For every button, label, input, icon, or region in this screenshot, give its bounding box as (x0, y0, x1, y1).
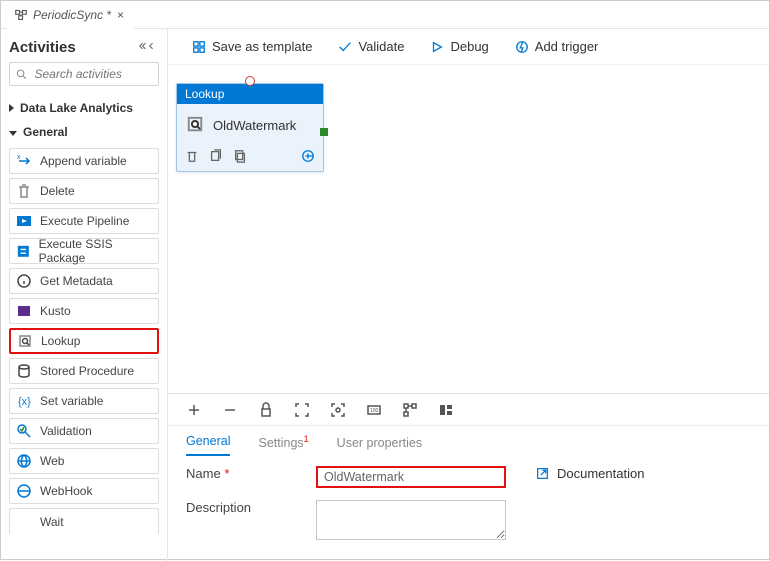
webhook-icon (16, 483, 32, 499)
pipeline-tab[interactable]: PeriodicSync * × (7, 1, 134, 29)
ssis-icon (16, 243, 31, 259)
node-actions (177, 143, 323, 171)
lookup-icon (17, 333, 33, 349)
web-icon (16, 453, 32, 469)
activity-get-metadata[interactable]: Get Metadata (9, 268, 159, 294)
activity-validation[interactable]: Validation (9, 418, 159, 444)
zoom-100-icon[interactable]: 100 (366, 402, 382, 418)
activity-lookup[interactable]: Lookup (9, 328, 159, 354)
activity-kusto[interactable]: Kusto (9, 298, 159, 324)
caret-down-icon (9, 131, 17, 136)
validation-icon (16, 423, 32, 439)
node-name: OldWatermark (213, 118, 296, 133)
activity-webhook[interactable]: WebHook (9, 478, 159, 504)
append-variable-icon: x (16, 153, 32, 169)
set-variable-icon: {x} (16, 393, 32, 409)
activities-heading: Activities (9, 39, 159, 56)
error-indicator: 1 (304, 434, 309, 444)
svg-text:100: 100 (370, 408, 379, 414)
node-type-label: Lookup (177, 84, 323, 104)
activity-stored-procedure[interactable]: Stored Procedure (9, 358, 159, 384)
copy-icon[interactable] (233, 149, 247, 163)
activities-panel: Activities Data Lake Analytics General x… (1, 29, 168, 561)
svg-text:x: x (17, 154, 21, 161)
kusto-icon (16, 303, 32, 319)
validate-button[interactable]: Validate (338, 39, 404, 54)
lookup-node[interactable]: Lookup OldWatermark (176, 83, 324, 172)
caret-right-icon (9, 104, 14, 112)
execute-pipeline-icon (16, 213, 32, 229)
activity-delete[interactable]: Delete (9, 178, 159, 204)
save-template-button[interactable]: Save as template (192, 39, 312, 54)
group-data-lake[interactable]: Data Lake Analytics (9, 96, 159, 120)
tab-general[interactable]: General (186, 434, 230, 456)
add-trigger-button[interactable]: Add trigger (515, 39, 599, 54)
fit-icon[interactable] (294, 402, 310, 418)
wait-icon (16, 514, 32, 530)
canvas-mini-toolbar: 100 (168, 394, 769, 426)
delete-node-icon[interactable] (185, 149, 199, 163)
activity-set-variable[interactable]: {x}Set variable (9, 388, 159, 414)
activity-list: xAppend variable Delete Execute Pipeline… (9, 148, 159, 534)
lock-icon[interactable] (258, 402, 274, 418)
name-input[interactable] (316, 466, 506, 488)
canvas[interactable]: Lookup OldWatermark (168, 65, 769, 393)
clone-icon[interactable] (209, 149, 223, 163)
canvas-toolbar: Save as template Validate Debug Add trig… (168, 29, 769, 65)
activity-append-variable[interactable]: xAppend variable (9, 148, 159, 174)
close-icon[interactable]: × (117, 8, 124, 22)
tab-user-properties[interactable]: User properties (337, 436, 422, 456)
tab-settings[interactable]: Settings1 (258, 434, 308, 456)
layout-icon[interactable] (438, 402, 454, 418)
output-port[interactable] (320, 128, 328, 136)
zoom-in-icon[interactable] (186, 402, 202, 418)
name-label: Name * (186, 466, 316, 481)
group-general[interactable]: General (9, 120, 159, 144)
metadata-icon (16, 273, 32, 289)
input-port[interactable] (245, 76, 255, 86)
search-input[interactable] (9, 62, 159, 86)
add-output-icon[interactable] (301, 149, 315, 163)
general-form: Name * Documentation Description (168, 456, 769, 550)
activity-wait[interactable]: Wait (9, 508, 159, 534)
pipeline-icon (15, 9, 27, 21)
activity-execute-pipeline[interactable]: Execute Pipeline (9, 208, 159, 234)
property-tabs: General Settings1 User properties (168, 426, 769, 456)
lookup-icon (185, 114, 205, 137)
tab-strip: PeriodicSync * × (1, 1, 769, 29)
zoom-out-icon[interactable] (222, 402, 238, 418)
properties-panel: 100 General Settings1 User properties Na… (168, 393, 769, 561)
svg-text:{x}: {x} (18, 396, 31, 408)
stored-procedure-icon (16, 363, 32, 379)
tab-title: PeriodicSync * (33, 8, 111, 22)
description-label: Description (186, 500, 316, 515)
fullscreen-icon[interactable] (330, 402, 346, 418)
collapse-icon[interactable] (139, 41, 159, 54)
activity-web[interactable]: Web (9, 448, 159, 474)
align-icon[interactable] (402, 402, 418, 418)
description-input[interactable] (316, 500, 506, 540)
activity-execute-ssis[interactable]: Execute SSIS Package (9, 238, 159, 264)
documentation-link[interactable]: Documentation (536, 466, 751, 481)
debug-button[interactable]: Debug (430, 39, 488, 54)
search-field[interactable] (33, 66, 153, 82)
delete-icon (16, 183, 32, 199)
